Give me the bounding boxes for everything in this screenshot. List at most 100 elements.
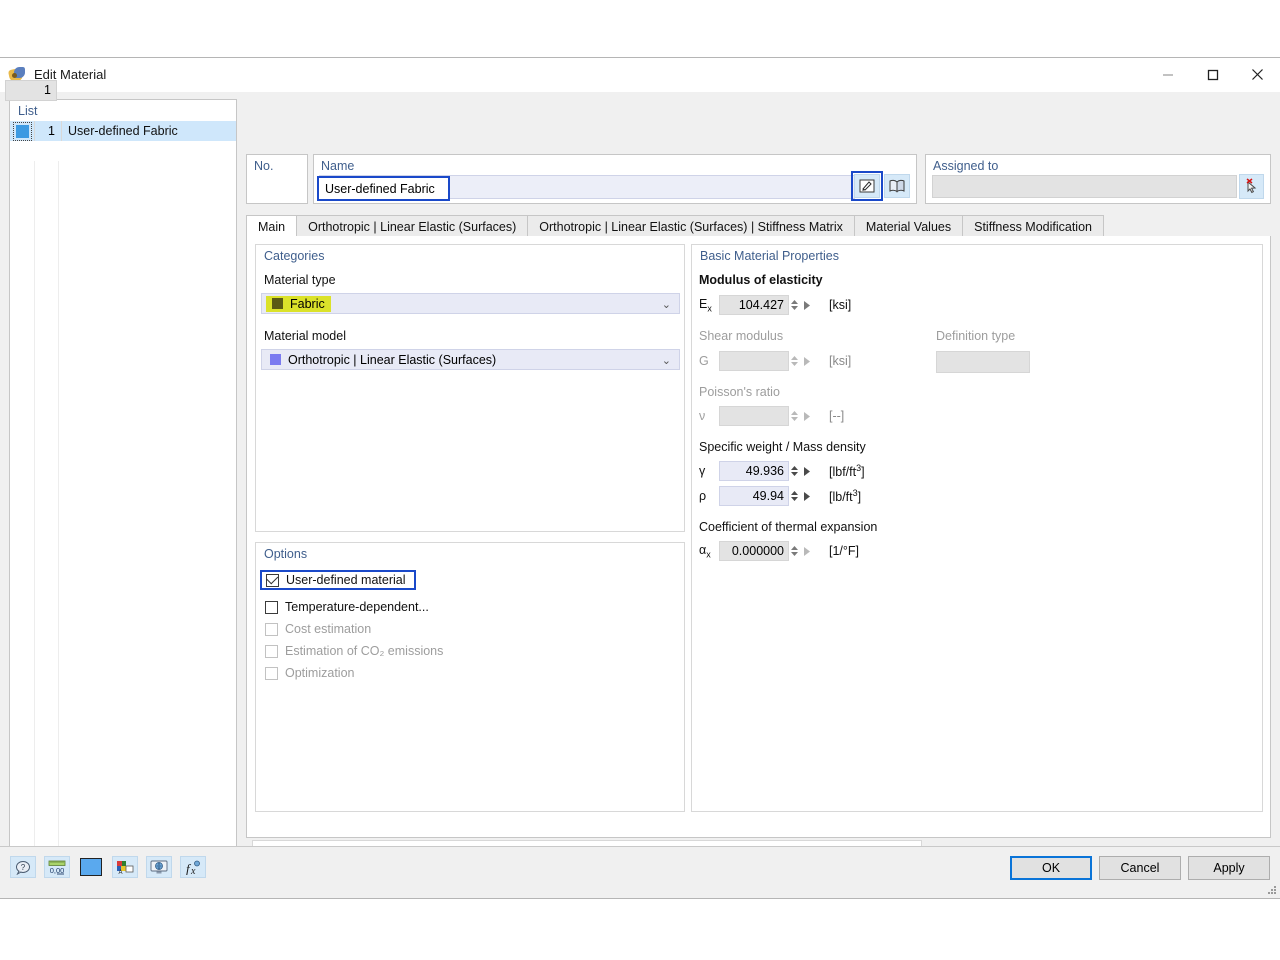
tab-content-main: Categories Material type Fabric ⌄ Materi… [246,236,1271,838]
tab-orthotropic-linear-elastic-surfaces[interactable]: Orthotropic | Linear Elastic (Surfaces) [296,215,529,237]
resize-grip[interactable] [1266,884,1276,894]
modulus-value-field[interactable]: 104.427 [719,295,789,315]
question-bubble-icon[interactable]: ? [10,856,36,878]
modulus-subscript: x [707,303,712,314]
option-temperature-dependent[interactable]: Temperature-dependent... [265,597,443,617]
definition-type-field [936,351,1030,373]
window-controls [1145,58,1280,91]
list-item-color-swatch [12,121,32,141]
list-item-label: User-defined Fabric [68,124,178,138]
modulus-spinner[interactable] [791,295,815,315]
checkbox-co2-emissions [265,644,278,658]
modulus-symbol: Ex [699,296,712,314]
rho-unit: [lb/ft [829,490,853,505]
pick-cursor-icon[interactable] [1239,174,1264,199]
alpha-subscript: x [706,549,711,560]
material-type-label: Material type [264,273,336,287]
monitor-globe-icon[interactable] [146,856,172,878]
number-label: No. [254,159,274,173]
assigned-to-panel: Assigned to [925,154,1271,204]
material-model-swatch [270,354,281,365]
poisson-symbol: ν [699,409,706,423]
gamma-unit-close: ] [861,465,865,480]
fx-function-icon[interactable]: f x [180,856,206,878]
dialog-buttons: OK Cancel Apply [1010,856,1270,880]
material-list-panel: List 1 User-defined Fabric [9,99,237,871]
minimize-button[interactable] [1145,58,1190,91]
categories-title: Categories [264,249,325,263]
specific-weight-label: Specific weight / Mass density [699,440,866,454]
zero-zero-ruler-icon[interactable]: 0,00 [44,856,70,878]
poisson-ratio-label: Poisson's ratio [699,385,780,399]
rho-symbol: ρ [699,489,707,503]
tab-main[interactable]: Main [246,215,298,238]
options-title: Options [264,547,308,561]
alpha-value-field[interactable]: 0.000000 [719,541,789,561]
book-library-icon[interactable] [884,174,910,198]
maximize-button[interactable] [1190,58,1235,91]
checkbox-temperature-dependent[interactable] [265,600,278,614]
option-optimization: Optimization [265,663,443,683]
list-header: List [18,104,38,118]
tab-orthotropic-stiffness-matrix[interactable]: Orthotropic | Linear Elastic (Surfaces) … [527,215,855,237]
title-bar: Edit Material [0,58,1280,92]
material-type-highlight: Fabric [266,295,331,312]
edit-material-window: Edit Material List 1 User-defined Fabric… [0,57,1280,899]
material-model-value: Orthotropic | Linear Elastic (Surfaces) [288,352,497,367]
basic-material-properties-box: Basic Material Properties Modulus of ela… [691,244,1263,812]
material-model-combo[interactable]: Orthotropic | Linear Elastic (Surfaces) … [261,349,680,370]
alpha-unit: [1/°F] [829,544,860,558]
checkbox-optimization [265,666,278,680]
blue-color-square[interactable] [78,856,104,878]
list-item[interactable]: 1 User-defined Fabric [10,121,236,141]
rho-unit-close: ] [857,490,862,505]
pencil-edit-icon[interactable] [851,171,883,201]
option-label: Optimization [285,666,355,680]
checkbox-cost-estimation [265,622,278,636]
material-type-combo[interactable]: Fabric ⌄ [261,293,680,314]
list-item-number: 1 [48,124,55,138]
apply-button[interactable]: Apply [1188,856,1270,880]
assigned-to-label: Assigned to [933,159,999,173]
options-box: Options User-defined material Temperatur… [255,542,685,812]
name-input[interactable]: User-defined Fabric [317,176,450,201]
shear-modulus-label: Shear modulus [699,329,784,343]
poisson-unit: [--] [829,409,845,423]
option-label: User-defined material [286,573,406,587]
modulus-of-elasticity-label: Modulus of elasticity [699,273,823,287]
svg-text:?: ? [21,863,26,872]
bottom-toolbar: ? 0,00 A f x [10,856,206,878]
categories-box: Categories Material type Fabric ⌄ Materi… [255,244,685,532]
checkbox-user-defined-material[interactable] [265,571,279,587]
gamma-value-field[interactable]: 49.936 [719,461,789,481]
ok-button[interactable]: OK [1010,856,1092,880]
definition-type-label: Definition type [936,329,1016,343]
close-button[interactable] [1235,58,1280,91]
shear-spinner [791,351,815,371]
number-field: 1 [5,80,57,101]
alpha-symbol: αx [699,542,711,560]
rho-spinner[interactable] [791,486,815,506]
option-label: Cost estimation [285,622,372,636]
tab-stiffness-modification[interactable]: Stiffness Modification [962,215,1104,237]
name-label: Name [321,159,355,173]
alpha-spinner[interactable] [791,541,815,561]
assigned-to-field[interactable] [932,175,1237,198]
option-user-defined-material[interactable]: User-defined material [260,570,416,590]
tab-material-values[interactable]: Material Values [853,215,964,237]
dialog-bottom-bar: ? 0,00 A f x OK Cancel Apply [0,846,1280,897]
chevron-down-icon: ⌄ [661,355,671,367]
gamma-symbol: γ [699,464,706,478]
cancel-button[interactable]: Cancel [1099,856,1181,880]
poisson-value-field [719,406,789,426]
color-swatch [80,858,102,876]
gamma-unit: [lbf/ft [829,465,857,480]
rho-value-field[interactable]: 49.94 [719,486,789,506]
gamma-spinner[interactable] [791,461,815,481]
chevron-down-icon: ⌄ [661,299,671,311]
poisson-spinner [791,406,815,426]
color-legend-icon[interactable]: A [112,856,138,878]
material-type-value: Fabric [290,296,325,311]
basic-material-properties-title: Basic Material Properties [700,249,839,263]
number-panel: No. [246,154,308,204]
